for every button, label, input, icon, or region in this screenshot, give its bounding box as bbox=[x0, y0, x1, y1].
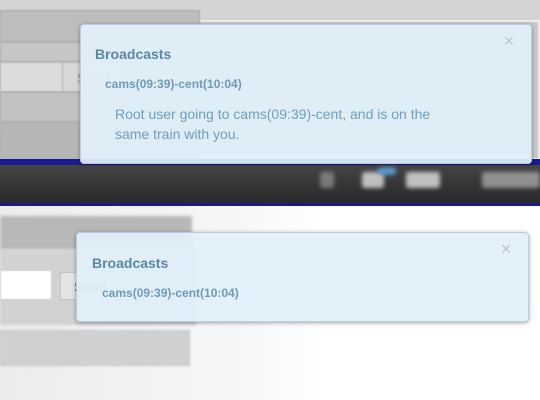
broadcast-alert: Broadcasts cams(09:39)-cent(10:04) × bbox=[76, 232, 529, 322]
navbar-badge bbox=[378, 167, 396, 175]
alert-route: cams(09:39)-cent(10:04) bbox=[105, 77, 242, 91]
navbar-item[interactable] bbox=[482, 172, 540, 188]
top-message-input[interactable] bbox=[0, 62, 64, 92]
alert-message: Root user going to cams(09:39)-cent, and… bbox=[115, 106, 431, 142]
alert-title: Broadcasts bbox=[92, 255, 169, 271]
navbar-icon[interactable] bbox=[320, 172, 334, 188]
close-icon[interactable]: × bbox=[498, 240, 514, 258]
alert-route: cams(09:39)-cent(10:04) bbox=[102, 286, 239, 300]
alert-title: Broadcasts bbox=[95, 46, 172, 62]
bottom-form-footer bbox=[0, 330, 190, 366]
bottom-message-input[interactable] bbox=[0, 270, 52, 300]
close-icon[interactable]: × bbox=[501, 32, 517, 50]
navbar bbox=[0, 165, 540, 203]
navbar-item[interactable] bbox=[406, 172, 440, 188]
broadcast-alert: Broadcasts cams(09:39)-cent(10:04) Root … bbox=[80, 24, 532, 164]
